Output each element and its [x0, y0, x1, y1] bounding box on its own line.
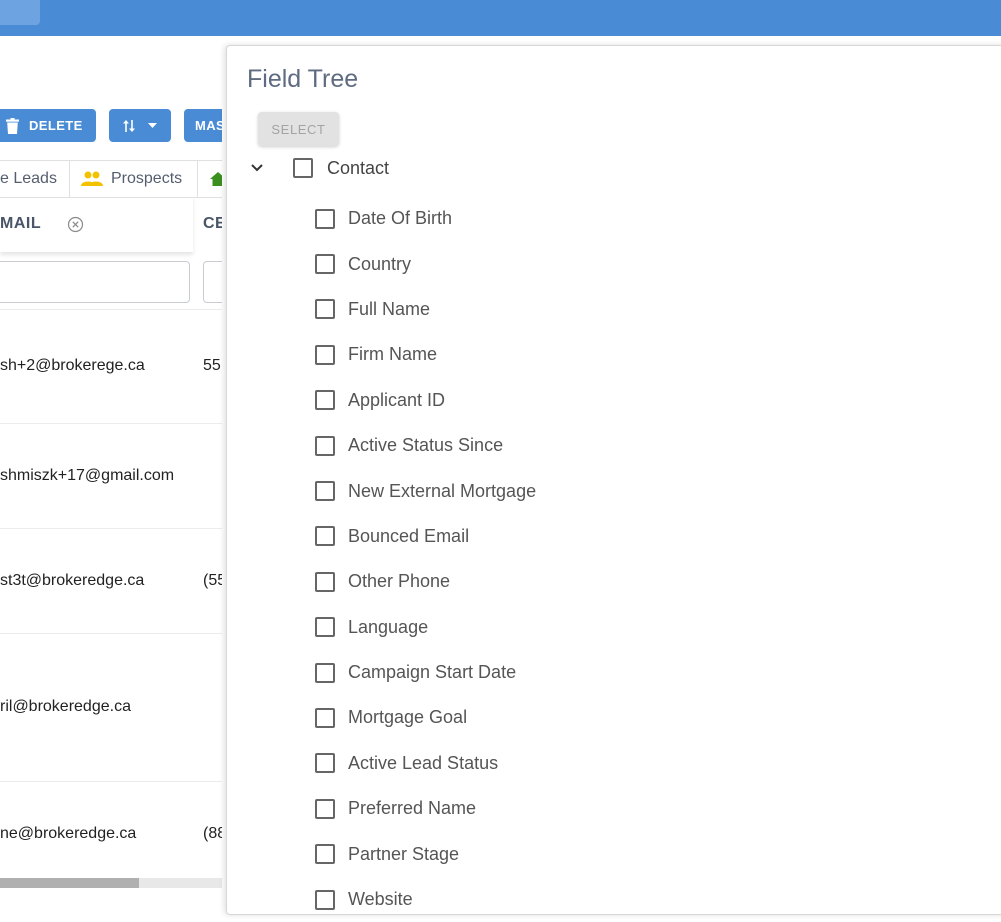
cell-phone-cell: 55 — [203, 357, 221, 374]
tree-item-label: Country — [348, 253, 412, 274]
email-cell: ne@brokeredge.ca — [0, 825, 137, 842]
checkbox[interactable] — [315, 481, 335, 502]
tree-item-label: Preferred Name — [348, 798, 477, 819]
tab-prospects-label: Prospects — [111, 170, 183, 187]
tree-item[interactable]: Date Of Birth — [315, 196, 536, 241]
tab-leads[interactable]: e Leads — [0, 161, 70, 197]
tree-item-label: Website — [348, 889, 413, 910]
tab-prospects[interactable]: Prospects — [70, 161, 198, 197]
checkbox[interactable] — [315, 254, 335, 275]
top-bar-tab[interactable] — [0, 0, 40, 25]
checkbox[interactable] — [315, 798, 335, 819]
column-header-cell[interactable]: CE — [203, 196, 222, 252]
checkbox[interactable] — [315, 435, 335, 456]
dialog-title: Field Tree — [247, 65, 359, 93]
app-top-bar — [0, 0, 1001, 36]
clear-filter-icon[interactable] — [67, 216, 84, 233]
tree-item[interactable]: Country — [315, 241, 536, 286]
checkbox[interactable] — [315, 889, 335, 910]
tab-clients[interactable] — [210, 161, 222, 197]
tree-node-contact[interactable]: Contact — [247, 153, 389, 183]
checkbox[interactable] — [315, 526, 335, 547]
tree-item-label: Active Status Since — [348, 435, 504, 456]
checkbox[interactable] — [315, 617, 335, 638]
tree-item[interactable]: Language — [315, 605, 536, 650]
tree-item-label: Language — [348, 616, 429, 637]
row-divider — [0, 423, 222, 424]
tree-item-label: Date Of Birth — [348, 208, 453, 229]
delete-button[interactable]: DELETE — [0, 109, 96, 142]
scrollbar-thumb[interactable] — [0, 878, 139, 888]
cell-phone-cell: (55 — [203, 572, 222, 589]
tree-item-label: Mortgage Goal — [348, 707, 468, 728]
checkbox[interactable] — [315, 571, 335, 592]
tree-item[interactable]: Bounced Email — [315, 514, 536, 559]
tree-item-label: Partner Stage — [348, 843, 460, 864]
tree-item-label: Bounced Email — [348, 525, 470, 546]
row-divider — [0, 528, 222, 529]
horizontal-scrollbar[interactable] — [0, 878, 222, 888]
checkbox[interactable] — [315, 662, 335, 683]
tree-item[interactable]: Preferred Name — [315, 786, 536, 831]
checkbox[interactable] — [315, 390, 335, 411]
sort-arrows-icon — [123, 119, 135, 132]
tree-item[interactable]: Mortgage Goal — [315, 695, 536, 740]
tree-item[interactable]: Other Phone — [315, 559, 536, 604]
tree-item[interactable]: Website — [315, 877, 536, 922]
tree-item[interactable]: Active Status Since — [315, 423, 536, 468]
tree-item-label: Firm Name — [348, 344, 437, 365]
tree-item-label: Applicant ID — [348, 389, 446, 410]
tree-item[interactable]: Applicant ID — [315, 378, 536, 423]
home-icon — [210, 172, 222, 186]
email-cell: ril@brokeredge.ca — [0, 698, 131, 715]
tree-item-label: New External Mortgage — [348, 480, 537, 501]
checkbox[interactable] — [315, 299, 335, 320]
tree-item[interactable]: Campaign Start Date — [315, 650, 536, 695]
tree-item-label: Other Phone — [348, 571, 451, 592]
trash-icon — [6, 117, 19, 134]
checkbox[interactable] — [315, 844, 335, 865]
chevron-down-icon[interactable] — [247, 158, 267, 178]
tree-item[interactable]: Active Lead Status — [315, 741, 536, 786]
field-tree-dialog: Field Tree SELECT Contact Date Of Birth … — [226, 45, 1001, 915]
delete-button-label: DELETE — [29, 118, 83, 133]
tree-item-label: Active Lead Status — [348, 752, 499, 773]
tree-node-label: Contact — [327, 157, 390, 178]
tree-item-label: Full Name — [348, 298, 431, 319]
row-divider — [0, 309, 222, 310]
column-header-email-label: MAIL — [0, 215, 42, 232]
people-icon — [81, 171, 103, 186]
mass-action-button[interactable]: MAS — [184, 109, 222, 142]
email-cell: st3t@brokeredge.ca — [0, 572, 145, 589]
checkbox[interactable] — [293, 158, 313, 178]
column-header-email[interactable]: MAIL — [0, 196, 193, 252]
tab-leads-label: e Leads — [0, 170, 57, 187]
checkbox[interactable] — [315, 208, 335, 229]
list-tabs: e Leads Prospects — [0, 160, 222, 198]
tree-item[interactable]: Firm Name — [315, 332, 536, 377]
email-cell: shmiszk+17@gmail.com — [0, 467, 175, 484]
checkbox[interactable] — [315, 344, 335, 365]
row-divider — [0, 781, 222, 782]
row-divider — [0, 633, 222, 634]
column-header-cell-label: CE — [203, 215, 222, 232]
checkbox[interactable] — [315, 753, 335, 774]
tree-children: Date Of Birth Country Full Name Firm Nam… — [315, 196, 536, 922]
tree-item[interactable]: New External Mortgage — [315, 468, 536, 513]
cell-phone-cell: (88 — [203, 825, 222, 842]
select-button[interactable]: SELECT — [258, 112, 339, 146]
cell-filter-input[interactable] — [203, 261, 222, 303]
tree-item[interactable]: Partner Stage — [315, 831, 536, 876]
email-cell: sh+2@brokerege.ca — [0, 357, 145, 374]
tree-item-label: Campaign Start Date — [348, 662, 517, 683]
tree-item[interactable]: Full Name — [315, 287, 536, 332]
sort-menu-button[interactable] — [109, 109, 171, 142]
email-filter-input[interactable] — [0, 261, 190, 303]
contacts-table-area: DELETE MAS e Leads Prospects MAIL CE sh+… — [0, 36, 222, 902]
checkbox[interactable] — [315, 707, 335, 728]
caret-down-icon — [148, 122, 157, 128]
mass-action-label: MAS — [195, 118, 222, 133]
